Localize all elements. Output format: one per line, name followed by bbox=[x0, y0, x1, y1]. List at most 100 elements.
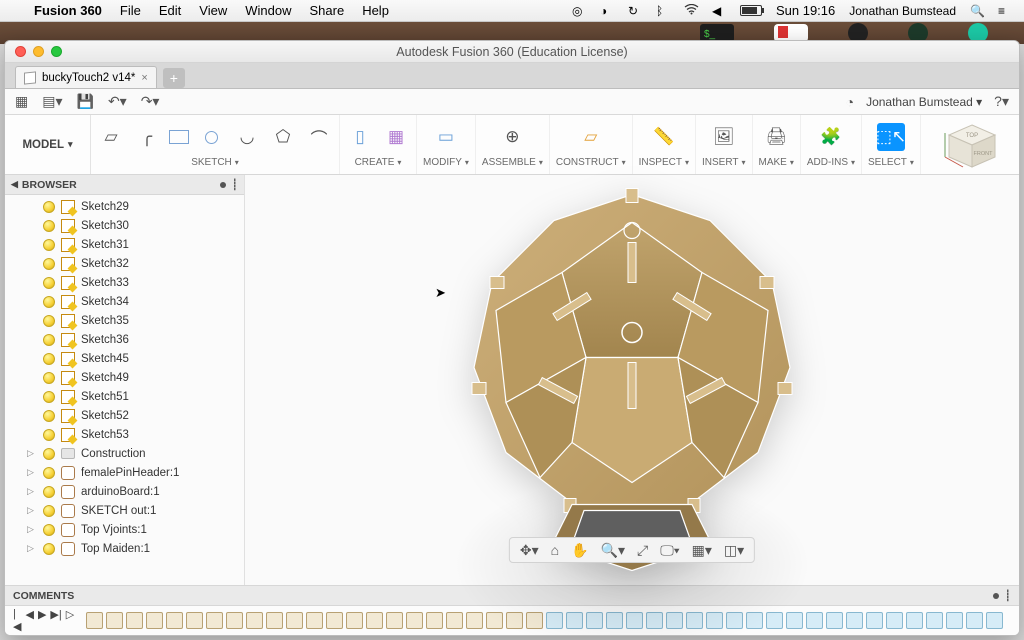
circle-icon[interactable] bbox=[197, 123, 225, 151]
timeline-op[interactable] bbox=[786, 612, 803, 629]
pan-icon[interactable]: ✋ bbox=[571, 542, 588, 559]
lookat-icon[interactable]: ⌂ bbox=[551, 542, 559, 558]
browser-sketch-item[interactable]: Sketch53 bbox=[5, 425, 244, 444]
timeline-next-icon[interactable]: ▶ bbox=[38, 608, 46, 633]
browser-header[interactable]: ◀ BROWSER ┊ bbox=[5, 175, 244, 195]
visibility-bulb-icon[interactable] bbox=[43, 277, 55, 289]
timeline-op[interactable] bbox=[966, 612, 983, 629]
group-label[interactable]: SELECT bbox=[868, 157, 914, 168]
timeline-op[interactable] bbox=[386, 612, 403, 629]
timeline-op[interactable] bbox=[266, 612, 283, 629]
zoom-icon[interactable]: 🔍▾ bbox=[601, 542, 625, 559]
timeline-op[interactable] bbox=[426, 612, 443, 629]
browser-component-item[interactable]: ▷femalePinHeader:1 bbox=[5, 463, 244, 482]
select-icon[interactable]: ⬚↖ bbox=[877, 123, 905, 151]
bluetooth-icon[interactable]: ᛒ bbox=[656, 4, 670, 18]
expand-icon[interactable]: ▷ bbox=[27, 486, 37, 497]
make-icon[interactable]: 🖨 bbox=[762, 123, 790, 151]
group-label[interactable]: ADD-INS bbox=[807, 157, 855, 168]
timeline-op[interactable] bbox=[166, 612, 183, 629]
browser-component-item[interactable]: ▷arduinoBoard:1 bbox=[5, 482, 244, 501]
visibility-bulb-icon[interactable] bbox=[43, 353, 55, 365]
group-label[interactable]: INSERT bbox=[702, 157, 746, 168]
browser-sketch-item[interactable]: Sketch36 bbox=[5, 330, 244, 349]
visibility-bulb-icon[interactable] bbox=[43, 239, 55, 251]
timeline-play-icon[interactable]: ▷ bbox=[66, 608, 74, 633]
data-panel-icon[interactable]: ▦ bbox=[15, 93, 28, 110]
sync-icon[interactable]: ◎ bbox=[572, 4, 586, 18]
app-name[interactable]: Fusion 360 bbox=[34, 3, 102, 18]
extrude-icon[interactable]: ▯ bbox=[346, 123, 374, 151]
viewcube[interactable]: TOP FRONT bbox=[943, 121, 1001, 171]
cloud-icon[interactable]: ◑ bbox=[600, 4, 614, 18]
help-icon[interactable]: ?▾ bbox=[994, 93, 1009, 110]
browser-component-item[interactable]: ▷SKETCH out:1 bbox=[5, 501, 244, 520]
timeline-prev-icon[interactable]: ◀ bbox=[25, 608, 33, 633]
browser-component-item[interactable]: ▷Construction bbox=[5, 444, 244, 463]
visibility-bulb-icon[interactable] bbox=[43, 543, 55, 555]
timeline-op[interactable] bbox=[226, 612, 243, 629]
drag-handle-icon[interactable]: ┊ bbox=[1005, 590, 1011, 602]
visibility-bulb-icon[interactable] bbox=[43, 334, 55, 346]
visibility-bulb-icon[interactable] bbox=[43, 315, 55, 327]
browser-sketch-item[interactable]: Sketch34 bbox=[5, 292, 244, 311]
browser-sketch-item[interactable]: Sketch32 bbox=[5, 254, 244, 273]
fillet-sketch-icon[interactable]: ⌒ bbox=[305, 123, 333, 151]
visibility-bulb-icon[interactable] bbox=[43, 524, 55, 536]
box-icon[interactable]: ▦ bbox=[382, 123, 410, 151]
expand-icon[interactable]: ▷ bbox=[27, 524, 37, 535]
visibility-bulb-icon[interactable] bbox=[43, 505, 55, 517]
browser-sketch-item[interactable]: Sketch33 bbox=[5, 273, 244, 292]
visibility-bulb-icon[interactable] bbox=[43, 220, 55, 232]
menubar-clock[interactable]: Sun 19:16 bbox=[776, 3, 835, 18]
visibility-bulb-icon[interactable] bbox=[43, 486, 55, 498]
volume-icon[interactable]: ◀ bbox=[712, 4, 726, 18]
timeline-op[interactable] bbox=[946, 612, 963, 629]
timeline-end-icon[interactable]: ▶| bbox=[50, 608, 61, 633]
expand-icon[interactable]: ▷ bbox=[27, 448, 37, 459]
viewports-icon[interactable]: ◫▾ bbox=[724, 542, 744, 559]
wifi-icon[interactable] bbox=[684, 4, 698, 18]
visibility-bulb-icon[interactable] bbox=[43, 410, 55, 422]
browser-sketch-item[interactable]: Sketch35 bbox=[5, 311, 244, 330]
rectangle-icon[interactable] bbox=[169, 130, 189, 144]
options-icon[interactable] bbox=[993, 593, 999, 599]
timeline-op[interactable] bbox=[906, 612, 923, 629]
display-icon[interactable]: 🖵▾ bbox=[660, 542, 679, 559]
fit-icon[interactable]: ⤢ bbox=[637, 542, 648, 559]
browser-sketch-item[interactable]: Sketch31 bbox=[5, 235, 244, 254]
timeline-op[interactable] bbox=[106, 612, 123, 629]
group-label[interactable]: CREATE bbox=[355, 157, 402, 168]
timeline-op[interactable] bbox=[446, 612, 463, 629]
visibility-bulb-icon[interactable] bbox=[43, 258, 55, 270]
visibility-bulb-icon[interactable] bbox=[43, 467, 55, 479]
menu-view[interactable]: View bbox=[199, 3, 227, 18]
group-label[interactable]: ASSEMBLE bbox=[482, 157, 543, 168]
timeline-op[interactable] bbox=[86, 612, 103, 629]
browser-sketch-item[interactable]: Sketch52 bbox=[5, 406, 244, 425]
arc-icon[interactable]: ◡ bbox=[233, 123, 261, 151]
model-geometry[interactable] bbox=[442, 183, 822, 588]
options-icon[interactable] bbox=[220, 182, 226, 188]
visibility-bulb-icon[interactable] bbox=[43, 429, 55, 441]
browser-sketch-item[interactable]: Sketch45 bbox=[5, 349, 244, 368]
browser-component-item[interactable]: ▷Top Maiden:1 bbox=[5, 539, 244, 558]
drag-handle-icon[interactable]: ┊ bbox=[232, 179, 238, 191]
expand-icon[interactable]: ▷ bbox=[27, 543, 37, 554]
job-status-icon[interactable]: ◔ bbox=[846, 94, 854, 110]
joint-icon[interactable]: ⊕ bbox=[498, 123, 526, 151]
expand-icon[interactable]: ▷ bbox=[27, 505, 37, 516]
redo-icon[interactable]: ↷▾ bbox=[141, 93, 160, 110]
browser-tree[interactable]: Sketch29Sketch30Sketch31Sketch32Sketch33… bbox=[5, 195, 244, 585]
group-label[interactable]: MAKE bbox=[759, 157, 794, 168]
browser-sketch-item[interactable]: Sketch30 bbox=[5, 216, 244, 235]
visibility-bulb-icon[interactable] bbox=[43, 296, 55, 308]
document-tab[interactable]: buckyTouch2 v14* × bbox=[15, 66, 157, 88]
timeline-op[interactable] bbox=[846, 612, 863, 629]
timeline-op[interactable] bbox=[866, 612, 883, 629]
timeline-op[interactable] bbox=[986, 612, 1003, 629]
timeline-op[interactable] bbox=[326, 612, 343, 629]
measure-icon[interactable]: 📏 bbox=[650, 123, 678, 151]
browser-sketch-item[interactable]: Sketch51 bbox=[5, 387, 244, 406]
insert-icon[interactable]: 🖼 bbox=[710, 123, 738, 151]
